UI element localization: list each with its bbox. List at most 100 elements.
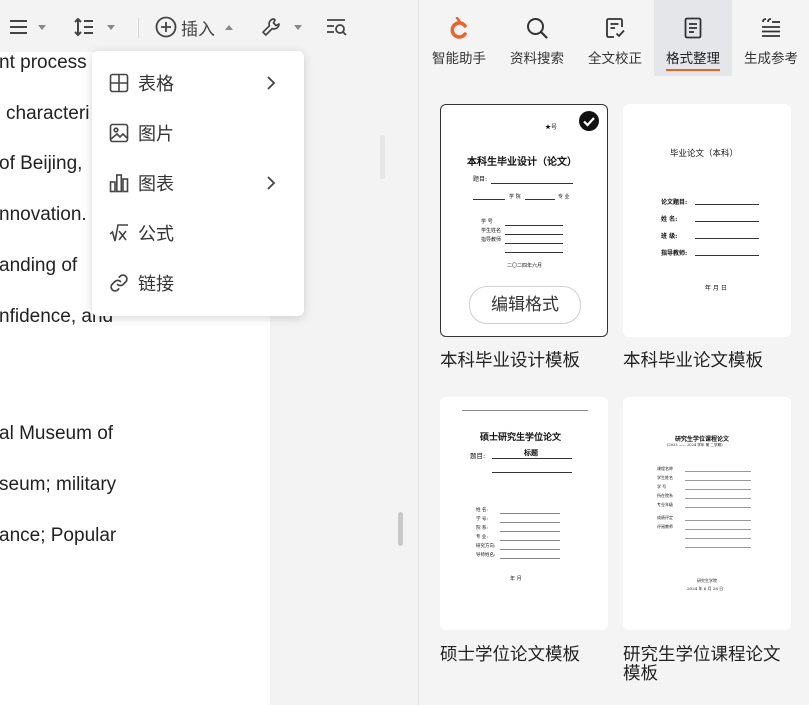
menu-item-formula[interactable]: 公式	[92, 213, 304, 253]
chevron-right-icon	[266, 75, 276, 96]
menu-item-label: 公式	[138, 224, 174, 245]
preview-line	[685, 498, 751, 499]
preview-line	[695, 204, 759, 205]
preview-field: 学 号	[657, 484, 667, 489]
preview-field: 学 号	[481, 219, 493, 225]
chevron-right-icon	[266, 175, 276, 196]
preview-line	[685, 489, 751, 490]
chevron-down-icon	[38, 24, 46, 30]
tab-reference[interactable]: 生成参考	[732, 0, 809, 76]
preview-line	[492, 458, 572, 459]
preview-date: 年 月	[510, 576, 522, 582]
search-icon	[526, 17, 548, 39]
preview-line	[500, 558, 560, 559]
scrollbar-thumb[interactable]	[398, 512, 403, 546]
link-icon	[109, 273, 129, 293]
preview-field: 专 业:	[476, 535, 488, 540]
preview-title: 本科生毕业设计（论文）	[467, 157, 577, 168]
chevron-up-icon	[225, 24, 233, 30]
preview-line	[505, 225, 563, 226]
menu-item-table[interactable]: 表格	[92, 63, 304, 103]
preview-line	[685, 471, 751, 472]
edit-format-button[interactable]: 编辑格式	[469, 286, 581, 324]
preview-date: 二〇二四年六月	[507, 263, 543, 269]
template-card-master-thesis[interactable]: 硕士研究生学位论文 题目: 标题 姓 名: 学 号: 院 系: 专 业: 研究方…	[440, 397, 608, 630]
insert-button[interactable]: 插入	[155, 14, 233, 40]
preview-line	[695, 255, 759, 256]
tab-proofread[interactable]: 全文校正	[576, 0, 654, 76]
preview-field: 指导教师	[481, 237, 502, 243]
preview-line	[500, 540, 560, 541]
preview-line	[505, 243, 563, 244]
preview-line	[695, 238, 759, 239]
line-spacing-icon	[74, 17, 94, 37]
menu-item-link[interactable]: 链接	[92, 263, 304, 303]
preview-field: 学生姓名	[657, 475, 673, 480]
preview-field: 专业年级	[657, 502, 673, 507]
tab-format[interactable]: 格式整理	[654, 0, 732, 76]
reference-icon	[760, 17, 782, 39]
preview-corner-text: ★号	[545, 124, 558, 131]
preview-line	[492, 472, 572, 473]
preview-line	[500, 513, 560, 514]
preview-line	[505, 252, 563, 253]
preview-title: 硕士研究生学位论文	[480, 433, 562, 443]
scrollbar-thumb[interactable]	[380, 135, 385, 179]
list-button[interactable]	[8, 14, 46, 40]
line-spacing-button[interactable]	[74, 14, 115, 40]
preview-field: 成绩评定	[657, 515, 673, 520]
template-card-undergrad-thesis[interactable]: 毕业论文（本科） 论文题目: 姓 名: 班 级: 指导教师: 年 月 日	[623, 104, 791, 337]
format-doc-icon	[682, 17, 704, 39]
preview-field: 指导教师:	[661, 250, 688, 257]
menu-item-image[interactable]: 图片	[92, 113, 304, 153]
preview-field: 导师姓名:	[476, 553, 496, 558]
preview-line	[473, 199, 505, 200]
toolbar-divider	[138, 18, 139, 38]
image-icon	[109, 123, 129, 143]
menu-item-chart[interactable]: 图表	[92, 163, 304, 203]
tab-search[interactable]: 资料搜索	[498, 0, 576, 76]
tab-label: 智能助手	[432, 51, 486, 67]
preview-line	[491, 183, 573, 184]
bullet-list-icon	[8, 18, 28, 36]
chevron-down-icon	[107, 24, 115, 30]
preview-line	[500, 522, 560, 523]
preview-field: 论文题目:	[661, 199, 688, 206]
side-panel: 智能助手 资料搜索 全文校正 格式整理 生成参考 ★号 本科生毕业设计（论文） …	[418, 0, 809, 705]
tab-assistant[interactable]: 智能助手	[420, 0, 498, 76]
preview-field: 学 号:	[476, 517, 488, 522]
preview-field: 姓 名:	[476, 508, 488, 513]
active-tab-indicator	[666, 69, 720, 71]
chevron-down-icon	[294, 24, 302, 30]
preview-date: 2024 年 6 月 28 日	[687, 586, 724, 591]
preview-line	[685, 507, 751, 508]
preview-field: 课程名称	[657, 466, 673, 471]
menu-item-label: 图片	[138, 124, 174, 145]
preview-title: 毕业论文（本科）	[670, 149, 739, 159]
wrench-icon	[260, 16, 282, 38]
tools-button[interactable]	[260, 14, 302, 40]
template-caption: 硕士学位论文模板	[440, 645, 580, 665]
template-card-undergrad-design[interactable]: ★号 本科生毕业设计（论文） 题目: 学 院 专 业 学 号 学生姓名 指导教师…	[440, 104, 608, 337]
preview-field: 姓 名:	[661, 216, 678, 223]
find-replace-button[interactable]	[326, 14, 348, 40]
template-caption: 研究生学位课程论文模板	[623, 645, 781, 684]
tab-label: 生成参考	[744, 51, 798, 67]
menu-item-label: 表格	[138, 74, 174, 95]
preview-subtitle: (2023 —— 2024 学年 第 二学期)	[667, 443, 723, 447]
template-card-grad-course-paper[interactable]: 研究生学位课程论文 (2023 —— 2024 学年 第 二学期) 课程名称 学…	[623, 397, 791, 630]
menu-item-label: 链接	[138, 274, 174, 295]
preview-field: 所在院系	[657, 493, 673, 498]
preview-field: 学生姓名	[481, 228, 502, 234]
preview-field: 题目:	[470, 452, 486, 460]
preview-line	[462, 410, 588, 411]
preview-field: 院 系:	[476, 526, 488, 531]
proofread-icon	[604, 17, 626, 39]
preview-line	[685, 538, 751, 539]
plus-circle-icon	[155, 16, 177, 38]
preview-line	[685, 520, 751, 521]
preview-date: 年 月 日	[705, 285, 727, 292]
preview-line	[500, 531, 560, 532]
table-icon	[109, 73, 129, 93]
preview-field: 题目:	[473, 176, 488, 183]
